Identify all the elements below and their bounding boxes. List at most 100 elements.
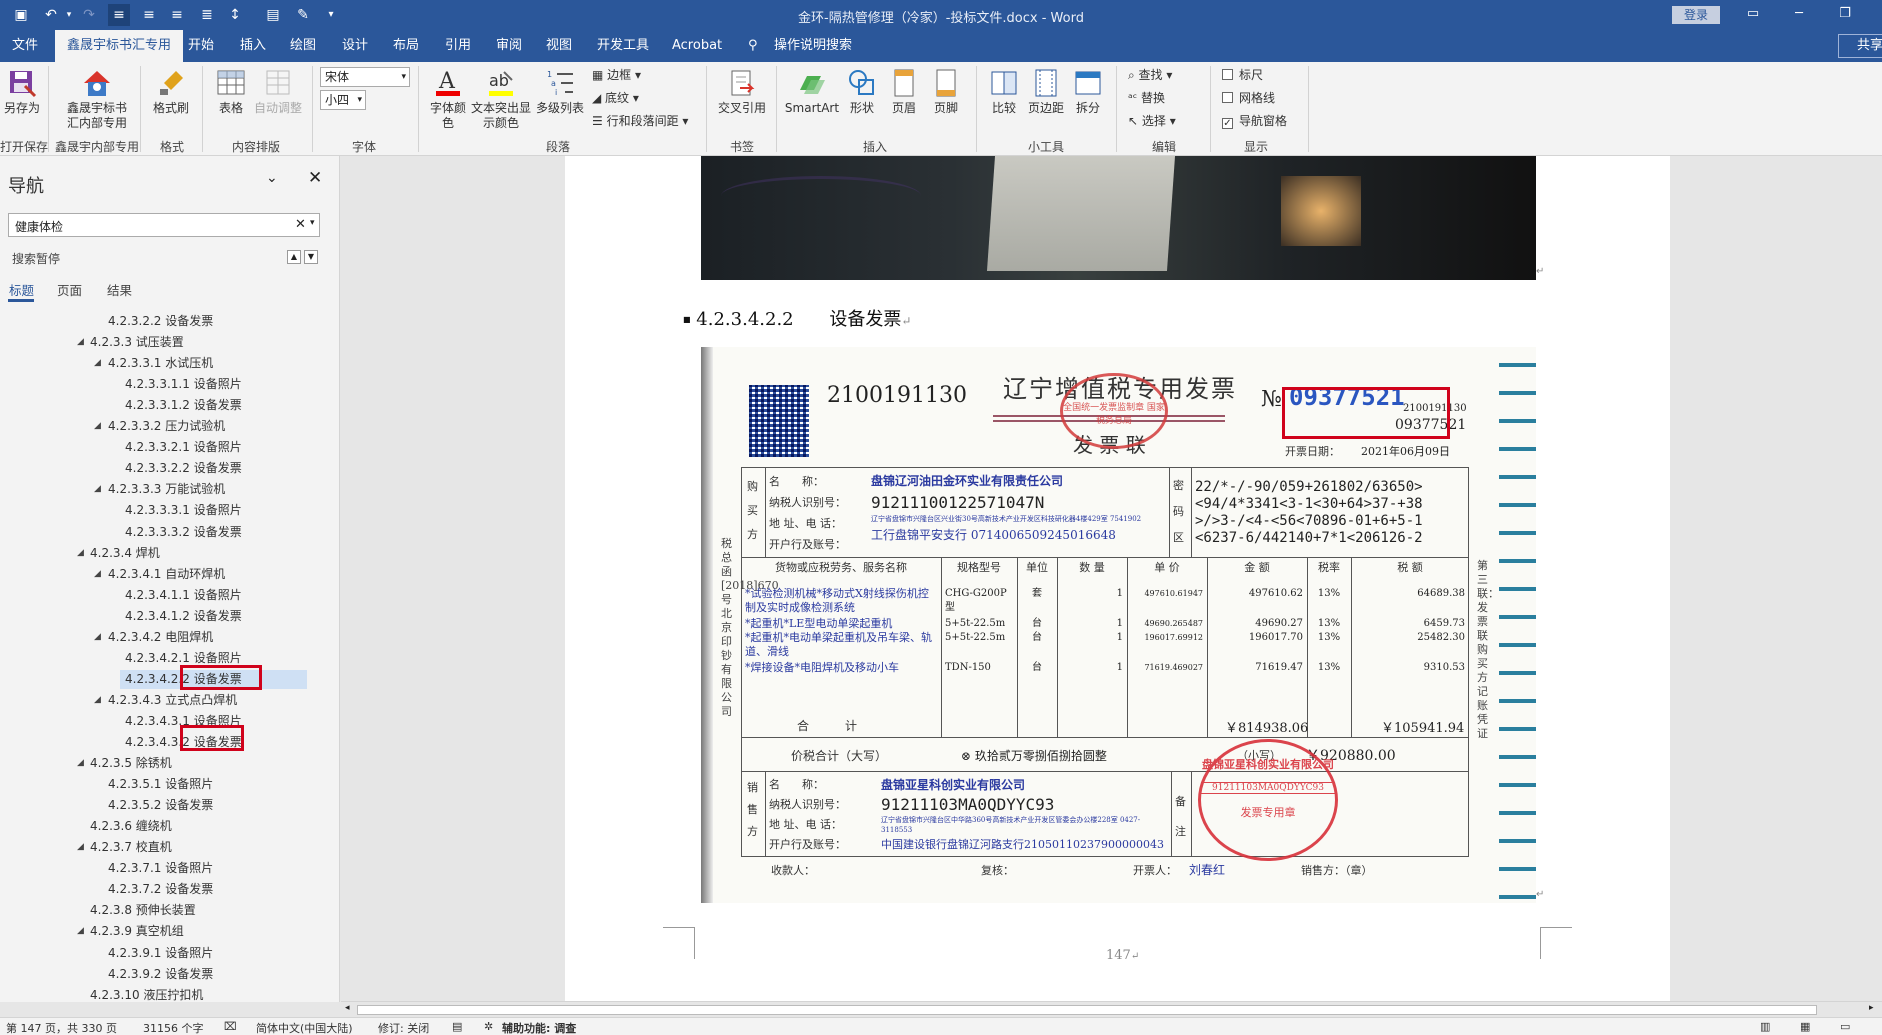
nav-heading-item[interactable]: 4.2.3.3.2.2 设备发票 <box>0 458 340 479</box>
word-count[interactable]: 31156 个字 <box>143 1020 204 1035</box>
tab-developer[interactable]: 开发工具 <box>597 30 649 62</box>
web-layout-icon[interactable]: ▭ <box>1840 1020 1850 1033</box>
tell-me-search[interactable]: 操作说明搜索 <box>774 30 852 62</box>
scroll-right-icon[interactable]: ▸ <box>1869 1003 1874 1013</box>
highlight-button[interactable]: ab 文本突出显 示颜色 <box>470 68 532 131</box>
tab-layout[interactable]: 布局 <box>393 30 419 62</box>
compare-button[interactable]: 比较 <box>988 68 1020 116</box>
tab-xsy[interactable]: 鑫晟宇标书汇专用 <box>55 30 184 62</box>
nav-heading-item[interactable]: ◢ 4.2.3.4.2 电阻焊机 <box>0 627 340 648</box>
ribbon-display-icon[interactable]: ▭ <box>1730 0 1776 30</box>
nav-tab-results[interactable]: 结果 <box>107 280 132 299</box>
tab-review[interactable]: 审阅 <box>496 30 522 62</box>
nav-heading-item[interactable]: ◢ 4.2.3.9 真空机组 <box>0 921 340 942</box>
nav-heading-item[interactable]: 4.2.3.3.2.1 设备照片 <box>0 437 340 458</box>
maximize-icon[interactable]: ❐ <box>1822 0 1868 30</box>
scrollbar-thumb[interactable] <box>357 1005 1817 1015</box>
smartart-button[interactable]: SmartArt <box>784 68 840 116</box>
minimize-icon[interactable]: ─ <box>1776 0 1822 30</box>
login-button[interactable]: 登录 <box>1672 6 1720 24</box>
line-spacing-button[interactable]: ☰ 行和段落间距 ▾ <box>592 114 688 129</box>
page-count[interactable]: 第 147 页，共 330 页 <box>6 1020 117 1035</box>
collapse-arrow-icon[interactable]: ◢ <box>77 543 84 564</box>
border-button[interactable]: ▦ 边框 ▾ <box>592 68 641 83</box>
nav-heading-item[interactable]: ◢ 4.2.3.4.3 立式点凸焊机 <box>0 690 340 711</box>
nav-heading-item[interactable]: ◢ 4.2.3.4.1 自动环焊机 <box>0 564 340 585</box>
tab-draw[interactable]: 绘图 <box>290 30 316 62</box>
nav-heading-item[interactable]: 4.2.3.10 液压拧扣机 <box>0 985 340 1006</box>
ruler-checkbox[interactable]: 标尺 <box>1222 68 1263 83</box>
table-button[interactable]: 表格 <box>214 68 248 116</box>
clear-icon[interactable]: ✕ <box>295 217 306 232</box>
select-button[interactable]: ↖ 选择 ▾ <box>1128 114 1176 129</box>
nav-heading-item[interactable]: 4.2.3.3.3.1 设备照片 <box>0 500 340 521</box>
nav-heading-item[interactable]: ◢ 4.2.3.3.3 万能试验机 <box>0 479 340 500</box>
nav-heading-item[interactable]: 4.2.3.4.3.2 设备发票 <box>0 732 340 753</box>
nav-heading-item[interactable]: 4.2.3.4.3.1 设备照片 <box>0 711 340 732</box>
nav-heading-item[interactable]: 4.2.3.4.2.2 设备发票 <box>0 669 340 690</box>
collapse-arrow-icon[interactable]: ◢ <box>94 353 101 374</box>
share-button[interactable]: 共享 <box>1838 34 1882 58</box>
horizontal-scrollbar[interactable]: ◂ ▸ <box>341 1001 1882 1017</box>
collapse-arrow-icon[interactable]: ◢ <box>94 564 101 585</box>
next-result-icon[interactable]: ▼ <box>304 250 318 264</box>
tab-design[interactable]: 设计 <box>342 30 368 62</box>
nav-heading-item[interactable]: 4.2.3.7.1 设备照片 <box>0 858 340 879</box>
navpane-checkbox[interactable]: ✓ 导航窗格 <box>1222 114 1287 129</box>
split-button[interactable]: 拆分 <box>1072 68 1104 116</box>
cross-reference-button[interactable]: 交叉引用 <box>716 68 768 116</box>
nav-heading-item[interactable]: 4.2.3.4.1.1 设备照片 <box>0 585 340 606</box>
gridlines-checkbox[interactable]: 网格线 <box>1222 91 1275 106</box>
save-as-button[interactable]: 另存为 <box>4 68 40 116</box>
nav-heading-item[interactable]: ◢ 4.2.3.3.2 压力试验机 <box>0 416 340 437</box>
header-button[interactable]: 页眉 <box>888 68 920 116</box>
font-name-select[interactable]: 宋体 ▾ <box>320 67 410 87</box>
collapse-arrow-icon[interactable]: ◢ <box>77 753 84 774</box>
nav-heading-item[interactable]: 4.2.3.9.1 设备照片 <box>0 943 340 964</box>
font-color-button[interactable]: A 字体颜 色 <box>428 68 468 131</box>
collapse-arrow-icon[interactable]: ◢ <box>77 837 84 858</box>
nav-heading-item[interactable]: ◢ 4.2.3.7 校直机 <box>0 837 340 858</box>
collapse-arrow-icon[interactable]: ◢ <box>94 416 101 437</box>
nav-heading-item[interactable]: 4.2.3.7.2 设备发票 <box>0 879 340 900</box>
tab-file[interactable]: 文件 <box>12 30 38 62</box>
nav-heading-item[interactable]: ◢ 4.2.3.3 试压装置 <box>0 332 340 353</box>
nav-heading-item[interactable]: 4.2.3.9.2 设备发票 <box>0 964 340 985</box>
tab-insert[interactable]: 插入 <box>240 30 266 62</box>
tab-references[interactable]: 引用 <box>445 30 471 62</box>
nav-heading-item[interactable]: 4.2.3.5.1 设备照片 <box>0 774 340 795</box>
chevron-down-icon[interactable]: ▾ <box>310 218 315 228</box>
nav-heading-item[interactable]: 4.2.3.8 预伸长装置 <box>0 900 340 921</box>
tab-home[interactable]: 开始 <box>188 30 214 62</box>
footer-button[interactable]: 页脚 <box>930 68 962 116</box>
auto-adjust-button[interactable]: 自动调整 <box>254 68 302 116</box>
replace-button[interactable]: ᵃᶜ 替换 <box>1128 91 1165 106</box>
collapse-arrow-icon[interactable]: ◢ <box>77 332 84 353</box>
collapse-arrow-icon[interactable]: ◢ <box>94 479 101 500</box>
macro-icon[interactable]: ▤ <box>452 1020 462 1033</box>
previous-result-icon[interactable]: ▲ <box>287 250 301 264</box>
chevron-down-icon[interactable]: ⌄ <box>266 170 278 186</box>
nav-heading-item[interactable]: ◢ 4.2.3.3.1 水试压机 <box>0 353 340 374</box>
tab-acrobat[interactable]: Acrobat <box>672 30 722 62</box>
nav-heading-item[interactable]: ◢ 4.2.3.5 除锈机 <box>0 753 340 774</box>
proofing-icon[interactable]: ⌧ <box>224 1020 237 1033</box>
nav-heading-item[interactable]: 4.2.3.6 缠绕机 <box>0 816 340 837</box>
nav-heading-item[interactable]: 4.2.3.5.2 设备发票 <box>0 795 340 816</box>
margins-button[interactable]: 页边距 <box>1026 68 1066 116</box>
multilevel-list-button[interactable]: 1ai 多级列表 <box>534 68 586 116</box>
shape-button[interactable]: 形状 <box>846 68 878 116</box>
nav-tab-headings[interactable]: 标题 <box>9 280 34 299</box>
tab-view[interactable]: 视图 <box>546 30 572 62</box>
nav-heading-item[interactable]: 4.2.3.4.1.2 设备发票 <box>0 606 340 627</box>
nav-heading-item[interactable]: 4.2.3.3.1.2 设备发票 <box>0 395 340 416</box>
print-layout-icon[interactable]: ▦ <box>1800 1020 1810 1033</box>
nav-search-input[interactable]: 健康体检 ✕ ▾ <box>8 213 320 237</box>
scroll-left-icon[interactable]: ◂ <box>345 1003 350 1013</box>
nav-heading-item[interactable]: ◢ 4.2.3.4 焊机 <box>0 543 340 564</box>
nav-heading-item[interactable]: 4.2.3.3.1.1 设备照片 <box>0 374 340 395</box>
nav-tab-pages[interactable]: 页面 <box>57 280 82 299</box>
collapse-arrow-icon[interactable]: ◢ <box>94 627 101 648</box>
language[interactable]: 简体中文(中国大陆) <box>256 1020 353 1035</box>
read-mode-icon[interactable]: ▥ <box>1760 1020 1770 1033</box>
